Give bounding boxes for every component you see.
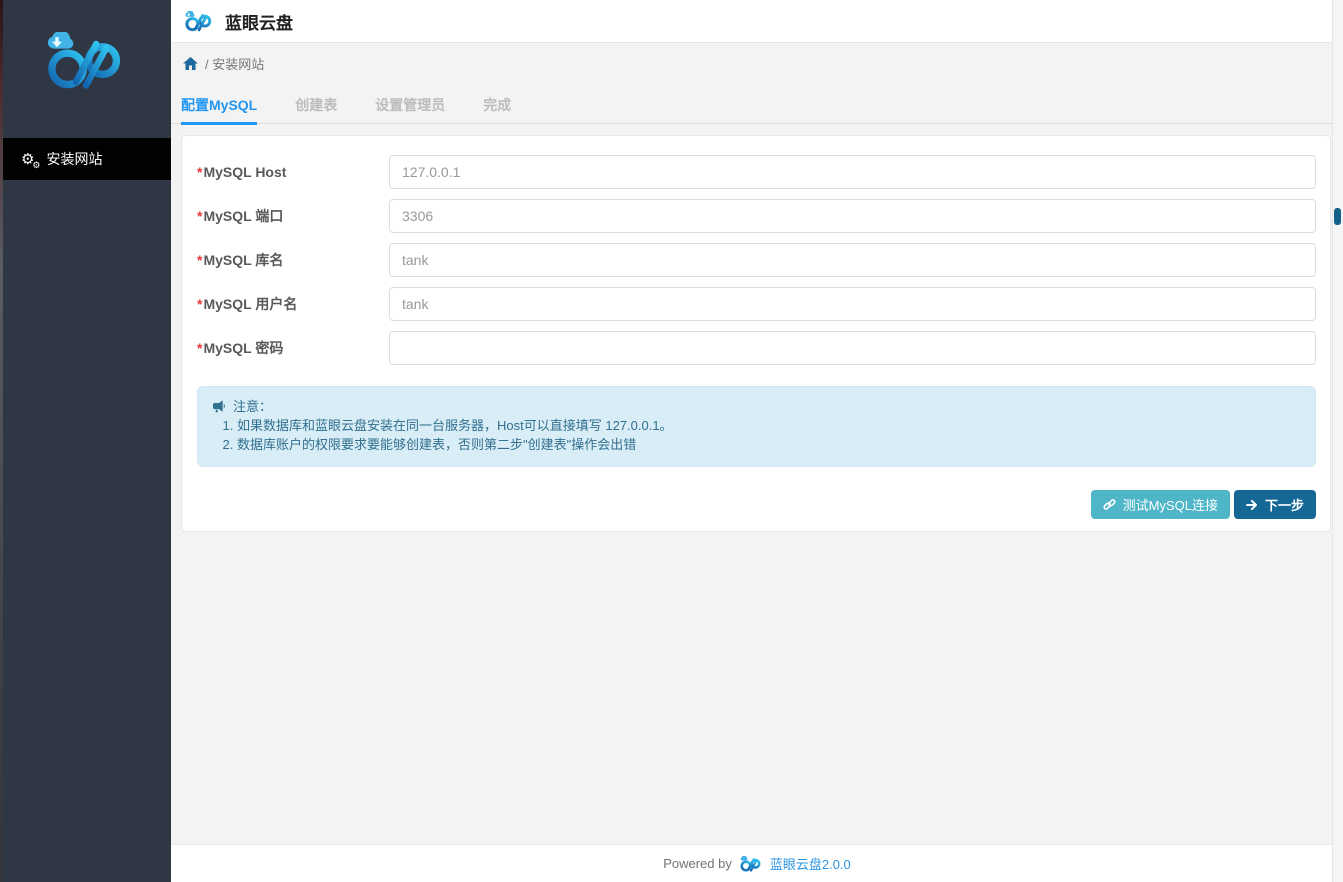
mysql-username-label-text: MySQL 用户名: [203, 296, 297, 312]
mysql-dbname-label: *MySQL 库名: [197, 250, 389, 270]
mysql-password-input[interactable]: [389, 331, 1316, 365]
required-asterisk: *: [197, 252, 202, 268]
tab-finish[interactable]: 完成: [483, 84, 511, 125]
test-mysql-connection-button[interactable]: 测试MySQL连接: [1091, 490, 1230, 519]
breadcrumb-path: / 安装网站: [205, 54, 264, 73]
next-step-button[interactable]: 下一步: [1234, 490, 1316, 519]
note-item: 数据库账户的权限要求要能够创建表，否则第二步"创建表"操作会出错: [237, 435, 1300, 454]
mysql-port-label-text: MySQL 端口: [203, 208, 283, 224]
note-item: 如果数据库和蓝眼云盘安装在同一台服务器，Host可以直接填写 127.0.0.1…: [237, 416, 1300, 435]
arrow-right-icon: [1246, 499, 1258, 511]
content: / 安装网站 配置MySQL 创建表 设置管理员 完成 *MySQL Host …: [171, 43, 1343, 844]
form-row-dbname: *MySQL 库名: [197, 243, 1316, 277]
header-logo-icon: [182, 11, 216, 32]
required-asterisk: *: [197, 296, 202, 312]
home-icon: [183, 57, 198, 70]
sidebar-edge-strip: [0, 0, 3, 882]
note-title: 注意：: [233, 397, 272, 416]
next-button-label: 下一步: [1265, 495, 1304, 514]
form-row-host: *MySQL Host: [197, 155, 1316, 189]
mysql-host-label-text: MySQL Host: [203, 164, 286, 180]
breadcrumb-home-link[interactable]: [183, 57, 198, 70]
mysql-host-label: *MySQL Host: [197, 164, 389, 180]
app-title: 蓝眼云盘: [225, 9, 293, 34]
breadcrumb: / 安装网站: [171, 43, 1343, 84]
footer: Powered by 蓝眼云盘2.0.0: [171, 844, 1343, 882]
test-button-label: 测试MySQL连接: [1123, 495, 1218, 514]
scrollbar-thumb[interactable]: [1334, 208, 1341, 225]
powered-by-text: Powered by: [663, 856, 732, 871]
mysql-dbname-input[interactable]: [389, 243, 1316, 277]
top-header: 蓝眼云盘: [171, 0, 1343, 43]
mysql-password-label-text: MySQL 密码: [203, 340, 283, 356]
mysql-username-label: *MySQL 用户名: [197, 294, 389, 314]
mysql-dbname-label-text: MySQL 库名: [203, 252, 283, 268]
mysql-config-panel: *MySQL Host *MySQL 端口 *MySQL 库名 *MySQL 用…: [181, 135, 1331, 532]
vertical-scrollbar[interactable]: [1332, 0, 1343, 882]
mysql-port-input[interactable]: [389, 199, 1316, 233]
required-asterisk: *: [197, 340, 202, 356]
mysql-port-label: *MySQL 端口: [197, 206, 389, 226]
sidebar-item-install-site[interactable]: ⚙⚙ 安装网站: [0, 138, 171, 180]
link-icon: [1103, 498, 1116, 511]
form-row-password: *MySQL 密码: [197, 331, 1316, 365]
cogs-icon: ⚙⚙: [21, 152, 34, 167]
mysql-host-input[interactable]: [389, 155, 1316, 189]
mysql-password-label: *MySQL 密码: [197, 338, 389, 358]
tab-create-tables[interactable]: 创建表: [295, 84, 337, 125]
required-asterisk: *: [197, 208, 202, 224]
sidebar-item-label: 安装网站: [46, 149, 102, 169]
sidebar: ⚙⚙ 安装网站: [0, 0, 171, 882]
footer-version-link[interactable]: 蓝眼云盘2.0.0: [770, 854, 851, 873]
sidebar-logo: [0, 0, 171, 138]
form-row-port: *MySQL 端口: [197, 199, 1316, 233]
note-list: 如果数据库和蓝眼云盘安装在同一台服务器，Host可以直接填写 127.0.0.1…: [213, 416, 1300, 454]
note-box: 注意： 如果数据库和蓝眼云盘安装在同一台服务器，Host可以直接填写 127.0…: [197, 386, 1316, 467]
bullhorn-icon: [213, 400, 227, 413]
footer-logo-icon: [738, 856, 764, 872]
wizard-tabs: 配置MySQL 创建表 设置管理员 完成: [171, 84, 1343, 124]
cloud-infinity-logo-icon: [38, 32, 134, 91]
note-title-row: 注意：: [213, 397, 1300, 416]
mysql-username-input[interactable]: [389, 287, 1316, 321]
tab-configure-mysql[interactable]: 配置MySQL: [181, 84, 257, 125]
form-row-username: *MySQL 用户名: [197, 287, 1316, 321]
button-row: 测试MySQL连接 下一步: [197, 490, 1316, 519]
required-asterisk: *: [197, 164, 202, 180]
tab-set-admin[interactable]: 设置管理员: [375, 84, 445, 125]
main-area: 蓝眼云盘 / 安装网站 配置MySQL 创建表 设置管理员 完成 *MySQL …: [171, 0, 1343, 882]
